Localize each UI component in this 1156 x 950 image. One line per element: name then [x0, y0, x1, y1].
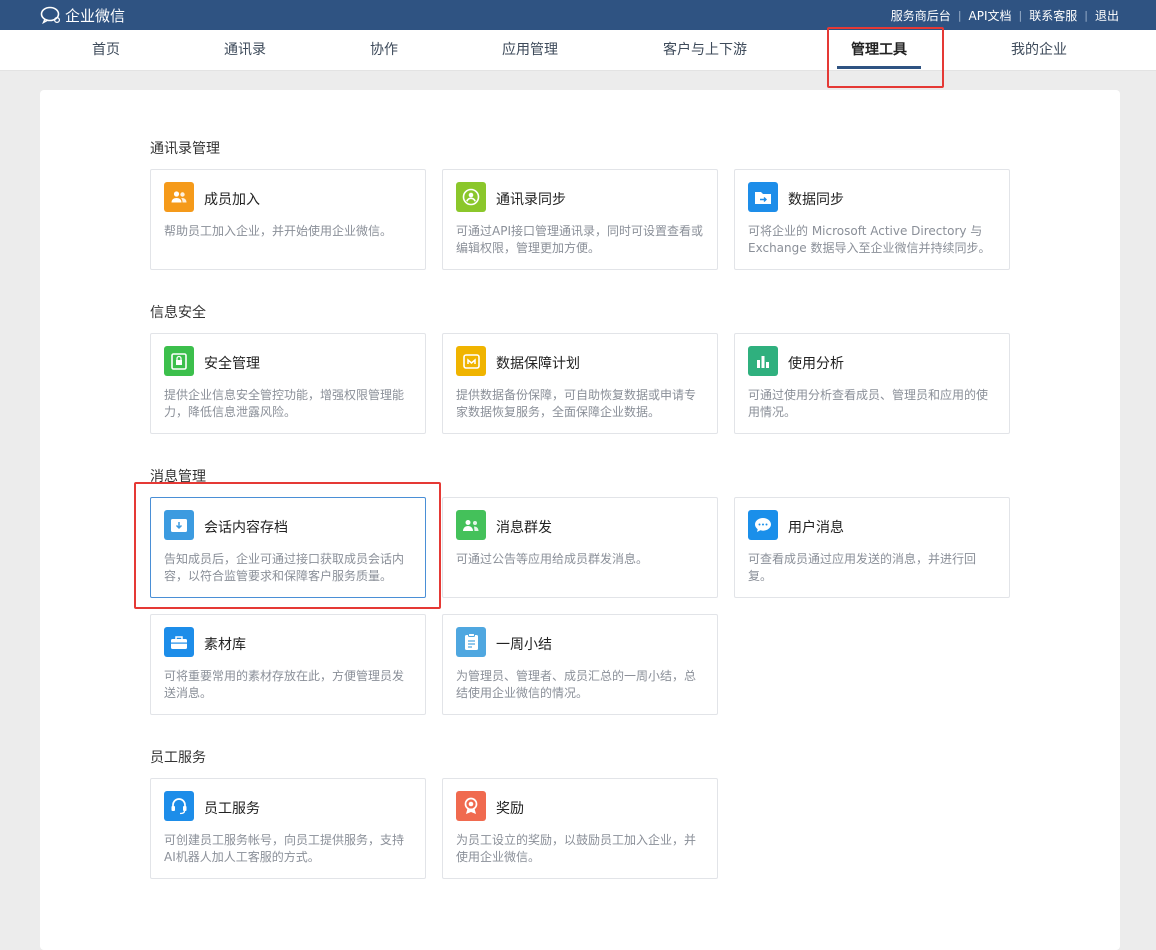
- card-title: 会话内容存档: [204, 520, 288, 536]
- card-description: 可通过公告等应用给成员群发消息。: [456, 552, 649, 566]
- tab-home[interactable]: 首页: [92, 30, 120, 71]
- link-service-provider[interactable]: 服务商后台: [890, 7, 952, 24]
- person-circle-icon: [456, 182, 486, 212]
- section-title: 消息管理: [150, 469, 206, 485]
- card-description: 可将企业的 Microsoft Active Directory 与 Excha…: [748, 224, 991, 255]
- card-title: 奖励: [496, 801, 524, 817]
- section-title: 信息安全: [150, 305, 206, 321]
- card-description: 为管理员、管理者、成员汇总的一周小结，总结使用企业微信的情况。: [456, 669, 697, 700]
- brand-name: 企业微信: [65, 6, 126, 25]
- card-security-management[interactable]: 安全管理 提供企业信息安全管控功能，增强权限管理能力，降低信息泄露风险。: [150, 333, 426, 434]
- card-usage-analysis[interactable]: 使用分析 可通过使用分析查看成员、管理员和应用的使用情况。: [734, 333, 1010, 434]
- card-data-protection-plan[interactable]: 数据保障计划 提供数据备份保障，可自助恢复数据或申请专家数据恢复服务，全面保障企…: [442, 333, 718, 434]
- bar-chart-icon: [748, 346, 778, 376]
- card-title: 用户消息: [788, 520, 844, 536]
- card-data-sync[interactable]: 数据同步 可将企业的 Microsoft Active Directory 与 …: [734, 169, 1010, 270]
- divider: |: [1018, 8, 1023, 22]
- card-title: 通讯录同步: [496, 192, 566, 208]
- card-session-archive[interactable]: 会话内容存档 告知成员后，企业可通过接口获取成员会话内容，以符合监管要求和保障客…: [150, 497, 426, 598]
- headset-icon: [164, 791, 194, 821]
- top-bar: 企业微信 服务商后台 | API文档 | 联系客服 | 退出: [0, 0, 1156, 30]
- award-medal-icon: [456, 791, 486, 821]
- card-title: 员工服务: [204, 801, 260, 817]
- wecom-logo-icon: [40, 6, 61, 24]
- divider: |: [1084, 8, 1088, 22]
- card-description: 提供企业信息安全管控功能，增强权限管理能力，降低信息泄露风险。: [164, 388, 405, 419]
- tab-customers[interactable]: 客户与上下游: [663, 30, 747, 71]
- broadcast-message-icon: [456, 510, 486, 540]
- tab-collaboration[interactable]: 协作: [370, 30, 398, 71]
- card-material-library[interactable]: 素材库 可将重要常用的素材存放在此，方便管理员发送消息。: [150, 614, 426, 715]
- card-description: 提供数据备份保障，可自助恢复数据或申请专家数据恢复服务，全面保障企业数据。: [456, 388, 697, 419]
- card-title: 消息群发: [496, 520, 552, 536]
- user-group-icon: [164, 182, 194, 212]
- database-shield-icon: [456, 346, 486, 376]
- card-title: 安全管理: [204, 356, 260, 372]
- card-description: 告知成员后，企业可通过接口获取成员会话内容，以符合监管要求和保障客户服务质量。: [164, 552, 405, 583]
- tab-app-management[interactable]: 应用管理: [502, 30, 558, 71]
- top-links: 服务商后台 | API文档 | 联系客服 | 退出: [890, 0, 1120, 30]
- main-nav: 首页 通讯录 协作 应用管理 客户与上下游 管理工具 我的企业: [0, 30, 1156, 71]
- card-description: 可通过API接口管理通讯录，同时可设置查看或编辑权限，管理更加方便。: [456, 224, 703, 255]
- divider: |: [957, 8, 962, 22]
- tab-contacts[interactable]: 通讯录: [224, 30, 266, 71]
- card-description: 可将重要常用的素材存放在此，方便管理员发送消息。: [164, 669, 405, 700]
- clipboard-icon: [456, 627, 486, 657]
- card-description: 为员工设立的奖励，以鼓励员工加入企业，并使用企业微信。: [456, 833, 697, 864]
- card-description: 帮助员工加入企业，并开始使用企业微信。: [164, 224, 393, 238]
- card-mass-message[interactable]: 消息群发 可通过公告等应用给成员群发消息。: [442, 497, 718, 598]
- card-title: 成员加入: [204, 192, 260, 208]
- card-rewards[interactable]: 奖励 为员工设立的奖励，以鼓励员工加入企业，并使用企业微信。: [442, 778, 718, 879]
- card-title: 素材库: [204, 637, 246, 653]
- card-weekly-summary[interactable]: 一周小结 为管理员、管理者、成员汇总的一周小结，总结使用企业微信的情况。: [442, 614, 718, 715]
- card-description: 可查看成员通过应用发送的消息，并进行回复。: [748, 552, 977, 583]
- link-api-docs[interactable]: API文档: [968, 7, 1013, 24]
- archive-download-icon: [164, 510, 194, 540]
- chat-bubble-icon: [748, 510, 778, 540]
- tab-management-tools[interactable]: 管理工具: [837, 30, 921, 71]
- brand[interactable]: 企业微信: [40, 4, 125, 26]
- card-member-join[interactable]: 成员加入 帮助员工加入企业，并开始使用企业微信。: [150, 169, 426, 270]
- folder-sync-icon: [748, 182, 778, 212]
- card-title: 一周小结: [496, 637, 552, 653]
- section-title: 通讯录管理: [150, 141, 220, 157]
- card-description: 可创建员工服务帐号，向员工提供服务，支持AI机器人加人工客服的方式。: [164, 833, 405, 864]
- shield-lock-icon: [164, 346, 194, 376]
- card-user-messages[interactable]: 用户消息 可查看成员通过应用发送的消息，并进行回复。: [734, 497, 1010, 598]
- link-logout[interactable]: 退出: [1094, 7, 1120, 24]
- section-title: 员工服务: [150, 750, 206, 766]
- card-title: 数据同步: [788, 192, 844, 208]
- tab-my-company[interactable]: 我的企业: [1011, 30, 1067, 71]
- card-employee-service[interactable]: 员工服务 可创建员工服务帐号，向员工提供服务，支持AI机器人加人工客服的方式。: [150, 778, 426, 879]
- card-contacts-sync[interactable]: 通讯录同步 可通过API接口管理通讯录，同时可设置查看或编辑权限，管理更加方便。: [442, 169, 718, 270]
- card-title: 使用分析: [788, 356, 844, 372]
- card-description: 可通过使用分析查看成员、管理员和应用的使用情况。: [748, 388, 989, 419]
- card-title: 数据保障计划: [496, 356, 580, 372]
- link-contact-support[interactable]: 联系客服: [1028, 7, 1078, 24]
- briefcase-icon: [164, 627, 194, 657]
